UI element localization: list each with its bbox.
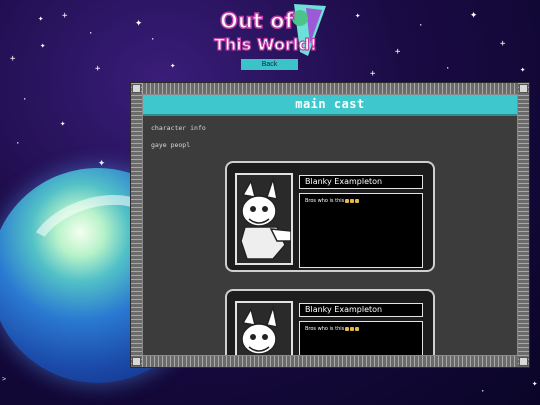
section-label: character info — [151, 124, 206, 132]
main-cast-window: main cast character info gaye peopl Blan… — [130, 82, 530, 368]
star-icon: + — [370, 69, 376, 79]
star-icon: ✦ — [60, 119, 66, 129]
window-frame — [131, 356, 529, 367]
window-frame — [131, 83, 529, 94]
corner-rivet — [132, 84, 141, 93]
star-icon: · — [150, 35, 156, 45]
emoji-icon — [345, 198, 350, 203]
star-icon: · — [480, 387, 486, 397]
corner-rivet — [132, 357, 141, 366]
star-icon: ✦ — [170, 61, 176, 71]
window-frame — [131, 83, 142, 367]
star-icon: ✦ — [38, 14, 44, 24]
subsection-label: gaye peopl — [151, 141, 191, 149]
character-description: Bros who is this — [299, 193, 423, 268]
character-card[interactable]: Blanky Exampleton Bros who is this — [225, 289, 435, 355]
star-icon: + — [95, 64, 101, 74]
emoji-icon — [350, 198, 355, 203]
character-portrait — [235, 301, 293, 355]
character-description: Bros who is this — [299, 321, 423, 355]
logo-line1: Out of — [220, 9, 295, 33]
window-title: main cast — [143, 95, 517, 116]
star-icon: + — [500, 39, 506, 49]
character-name: Blanky Exampleton — [299, 303, 423, 317]
star-icon: ✦ — [470, 7, 478, 21]
star-icon: · — [88, 29, 94, 39]
window-content[interactable]: main cast character info gaye peopl Blan… — [143, 95, 517, 355]
star-icon: ✦ — [355, 11, 361, 21]
emoji-icon — [355, 326, 360, 331]
star-icon: · — [418, 21, 424, 31]
star-icon: ✦ — [40, 41, 46, 51]
character-name: Blanky Exampleton — [299, 175, 423, 189]
emoji-icon — [355, 198, 360, 203]
emoji-icon — [345, 326, 350, 331]
logo-line2: This World! — [214, 35, 317, 54]
game-logo: Out of This World! — [212, 4, 330, 58]
cursor-icon: > — [2, 375, 7, 383]
star-icon: ✦ — [135, 15, 143, 29]
star-icon: ✦ — [520, 65, 526, 75]
star-icon: · — [22, 95, 28, 105]
corner-rivet — [519, 84, 528, 93]
emoji-icon — [350, 326, 355, 331]
star-icon: · — [445, 64, 451, 74]
star-icon: + — [62, 11, 68, 21]
star-icon: · — [15, 139, 21, 149]
character-card[interactable]: Blanky Exampleton Bros who is this — [225, 161, 435, 272]
star-icon: + — [395, 47, 401, 57]
back-button[interactable]: Back — [241, 59, 298, 70]
character-portrait — [235, 173, 293, 265]
window-frame — [518, 83, 529, 367]
star-icon: ✦ — [98, 155, 106, 169]
corner-rivet — [519, 357, 528, 366]
star-icon: + — [10, 54, 16, 64]
star-icon: ✦ — [532, 379, 538, 389]
